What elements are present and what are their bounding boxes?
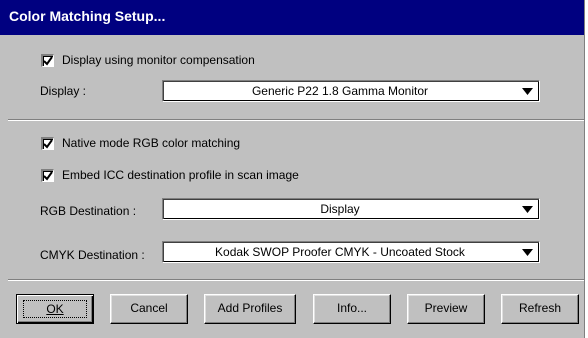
native-rgb-matching-checkbox-row[interactable]: Native mode RGB color matching	[41, 135, 240, 151]
display-dropdown-value: Generic P22 1.8 Gamma Monitor	[251, 84, 429, 98]
cmyk-destination-dropdown[interactable]: Kodak SWOP Proofer CMYK - Uncoated Stock	[162, 241, 540, 263]
chevron-down-icon	[522, 249, 533, 256]
preview-button-label: Preview	[424, 301, 468, 315]
cancel-button[interactable]: Cancel	[110, 294, 188, 324]
checkmark-icon	[43, 170, 53, 181]
add-profiles-button[interactable]: Add Profiles	[204, 294, 296, 324]
checkmark-icon	[43, 138, 53, 149]
checkmark-icon	[43, 55, 53, 66]
section-divider-highlight	[8, 120, 584, 121]
ok-button-label: OK	[46, 302, 64, 316]
preview-button[interactable]: Preview	[407, 294, 485, 324]
cmyk-destination-label: CMYK Destination :	[40, 248, 145, 262]
rgb-destination-value: Display	[320, 202, 360, 216]
cmyk-destination-value: Kodak SWOP Proofer CMYK - Uncoated Stock	[215, 245, 465, 259]
rgb-destination-dropdown[interactable]: Display	[162, 198, 540, 220]
dialog-title[interactable]: Color Matching Setup...	[0, 0, 584, 35]
ok-button[interactable]: OK	[16, 294, 94, 324]
info-button[interactable]: Info...	[313, 294, 391, 324]
embed-icc-checkbox[interactable]	[41, 168, 54, 182]
monitor-compensation-checkbox[interactable]	[41, 53, 54, 67]
embed-icc-checkbox-row[interactable]: Embed ICC destination profile in scan im…	[41, 167, 299, 183]
native-rgb-matching-label: Native mode RGB color matching	[62, 136, 241, 150]
chevron-down-icon	[522, 206, 533, 213]
embed-icc-label: Embed ICC destination profile in scan im…	[62, 168, 299, 182]
monitor-compensation-label: Display using monitor compensation	[62, 53, 255, 67]
monitor-compensation-checkbox-row[interactable]: Display using monitor compensation	[41, 52, 255, 68]
refresh-button[interactable]: Refresh	[501, 294, 579, 324]
add-profiles-button-label: Add Profiles	[217, 301, 283, 315]
chevron-down-icon	[522, 88, 533, 95]
display-label: Display :	[40, 84, 87, 98]
color-matching-dialog: Color Matching Setup... Display using mo…	[0, 0, 584, 338]
cancel-button-label: Cancel	[130, 301, 168, 315]
native-rgb-matching-checkbox[interactable]	[41, 136, 54, 150]
rgb-destination-label: RGB Destination :	[40, 204, 137, 218]
focus-rectangle: OK	[23, 300, 87, 318]
info-button-label: Info...	[336, 301, 368, 315]
button-bar-divider-highlight	[8, 280, 584, 281]
refresh-button-label: Refresh	[518, 301, 562, 315]
display-dropdown[interactable]: Generic P22 1.8 Gamma Monitor	[162, 80, 540, 102]
window-edge	[584, 0, 588, 338]
